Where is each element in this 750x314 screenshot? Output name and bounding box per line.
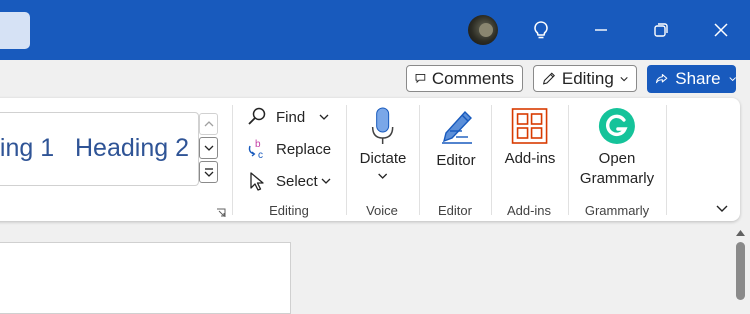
close-icon[interactable] [703, 12, 739, 48]
editor-label: Editor [436, 152, 476, 169]
chevron-down-icon [204, 145, 213, 151]
lightbulb-icon[interactable] [523, 12, 559, 48]
more-styles-icon [204, 168, 213, 177]
vertical-scrollbar[interactable] [731, 224, 750, 300]
style-heading-1[interactable]: ding 1 [0, 134, 54, 163]
title-bar [0, 0, 750, 60]
avatar[interactable] [468, 15, 498, 45]
open-grammarly-label-line1: Open [598, 150, 636, 167]
group-separator [666, 105, 667, 215]
replace-label: Replace [276, 140, 332, 158]
chevron-down-icon [321, 178, 331, 184]
dictate-label: Dictate [359, 150, 407, 167]
add-ins-icon [512, 108, 548, 144]
chevron-down-icon [620, 76, 628, 81]
restore-icon[interactable] [643, 12, 679, 48]
chevron-down-icon [716, 205, 728, 212]
select-label: Select [276, 172, 318, 190]
group-separator [568, 105, 569, 215]
voice-group-label: Voice [366, 203, 398, 218]
replace-icon: b c [246, 138, 268, 161]
find-label: Find [276, 108, 306, 126]
microphone-icon [372, 107, 394, 144]
select-button[interactable]: Select [246, 168, 331, 194]
group-separator [419, 105, 420, 215]
open-grammarly-label-line2: Grammarly [579, 170, 655, 187]
title-search-box[interactable] [0, 12, 30, 49]
chevron-up-icon [204, 121, 213, 127]
editor-button[interactable]: Editor [436, 107, 476, 171]
dialog-launcher-icon [217, 208, 226, 217]
comments-label: Comments [431, 68, 514, 88]
share-icon [655, 74, 668, 84]
comments-button[interactable]: Comments [406, 65, 523, 92]
minimize-icon[interactable] [583, 12, 619, 48]
scroll-up-arrow-icon[interactable] [736, 230, 745, 236]
svg-text:b: b [255, 139, 261, 150]
editor-group-label: Editor [438, 203, 472, 218]
editing-group-label: Editing [269, 203, 309, 218]
ribbon-collapse-button[interactable] [716, 200, 728, 218]
editing-mode-label: Editing [561, 68, 614, 88]
document-page[interactable] [0, 242, 291, 314]
editing-mode-button[interactable]: Editing [533, 65, 637, 92]
styles-scroll-down-button[interactable] [199, 137, 218, 159]
share-label: Share [675, 69, 721, 88]
group-separator [346, 105, 347, 215]
styles-more-button[interactable] [199, 161, 218, 183]
styles-gallery: ding 1 Heading 2 [0, 112, 199, 186]
cursor-arrow-icon [246, 170, 268, 192]
add-ins-label: Add-ins [504, 150, 556, 167]
grammarly-icon [598, 108, 635, 144]
group-separator [232, 105, 233, 215]
style-heading-2[interactable]: Heading 2 [75, 134, 189, 163]
find-button[interactable]: Find [246, 104, 329, 130]
pencil-icon [542, 72, 555, 85]
grammarly-group-label: Grammarly [584, 203, 650, 218]
search-icon [246, 106, 268, 128]
comment-icon [415, 74, 426, 84]
add-ins-button[interactable]: Add-ins [504, 107, 556, 169]
add-ins-group-label: Add-ins [506, 203, 552, 218]
replace-button[interactable]: b c Replace [246, 136, 331, 162]
styles-dialog-launcher[interactable] [216, 205, 226, 223]
svg-text:c: c [258, 150, 263, 160]
editor-pen-icon [442, 110, 472, 144]
share-button[interactable]: Share [647, 65, 736, 93]
chevron-down-icon [319, 114, 329, 120]
scrollbar-thumb[interactable] [736, 242, 745, 300]
chevron-down-icon [729, 77, 736, 82]
chevron-down-icon [378, 173, 388, 179]
dictate-button[interactable]: Dictate [359, 107, 407, 179]
ribbon: ding 1 Heading 2 Find b [0, 98, 740, 221]
open-grammarly-button[interactable]: Open Grammarly [580, 107, 654, 189]
group-separator [491, 105, 492, 215]
styles-scroll-up-button[interactable] [199, 113, 218, 135]
action-bar [0, 60, 750, 98]
